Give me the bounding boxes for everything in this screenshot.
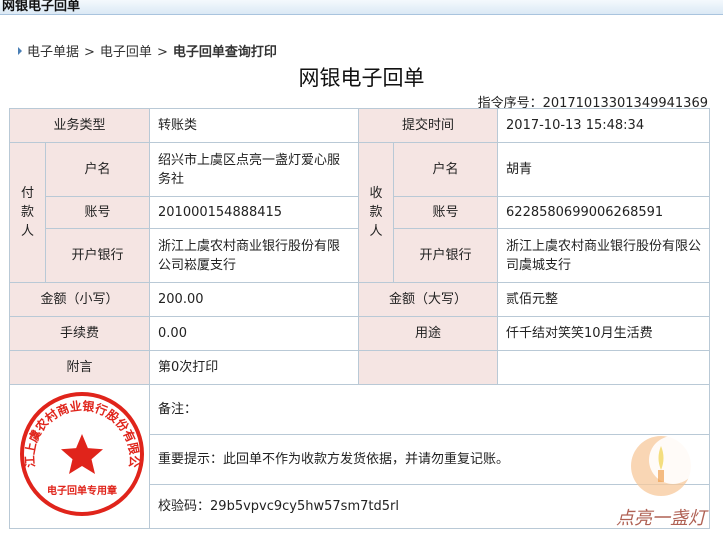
- purpose-value: 仟千结对笑笑10月生活费: [497, 316, 711, 351]
- breadcrumb-item-e-documents[interactable]: 电子单据: [27, 45, 79, 60]
- breadcrumb-separator: >: [156, 45, 168, 60]
- payee-account-label: 账号: [393, 196, 499, 229]
- payer-label: 付款人: [9, 142, 46, 283]
- payer-account: 201000154888415: [149, 196, 360, 229]
- purpose-label: 用途: [358, 316, 499, 351]
- table-row: 浙江上虞农村商业银行股份有限公司 电子回单专用章 备注：: [8, 378, 711, 529]
- payee-bank: 浙江上虞农村商业银行股份有限公司虞城支行: [497, 228, 711, 283]
- table-row: 业务类型 转账类 提交时间 2017-10-13 15:48:34: [8, 108, 711, 143]
- table-row: 附言 第0次打印: [8, 350, 711, 385]
- payee-label: 收款人: [358, 142, 395, 283]
- seal-star-icon: [61, 433, 103, 474]
- remark: 备注：: [149, 384, 711, 435]
- payer-account-label: 账号: [44, 196, 151, 229]
- amount-big-label: 金额（大写）: [358, 282, 499, 317]
- postscript-label: 附言: [8, 350, 151, 385]
- breadcrumb: 电子单据 > 电子回单 > 电子回单查询打印: [18, 41, 277, 60]
- seal-bottom-text: 电子回单专用章: [47, 484, 117, 497]
- table-row: 手续费 0.00 用途 仟千结对笑笑10月生活费: [8, 316, 711, 351]
- breadcrumb-arrow-icon: [18, 47, 22, 55]
- business-type-value: 转账类: [149, 108, 360, 143]
- table-row: 付款人 户名 绍兴市上虞区点亮一盏灯爱心服务社 收款人 户名 胡青: [9, 142, 711, 283]
- breadcrumb-current: 电子回单查询打印: [172, 45, 277, 60]
- payee-name-label: 户名: [393, 142, 499, 197]
- fee-value: 0.00: [149, 316, 360, 351]
- postscript-value: 第0次打印: [149, 350, 360, 385]
- fee-label: 手续费: [8, 316, 151, 351]
- watermark-text: 点亮一盏灯: [616, 508, 709, 529]
- verification-value: 29b5vpvc9cy5hw57sm7td5rl: [210, 499, 399, 514]
- watermark-logo: 点亮一盏灯: [616, 436, 709, 529]
- payer-name-label: 户名: [44, 142, 151, 197]
- payee-bank-label: 开户银行: [393, 228, 499, 283]
- window-title: 网银电子回单: [2, 0, 81, 14]
- document-title: 网银电子回单: [298, 66, 425, 90]
- amount-small-value: 200.00: [149, 282, 360, 317]
- amount-small-label: 金额（小写）: [8, 282, 151, 317]
- table-row: 金额（小写） 200.00 金额（大写） 贰佰元整: [8, 282, 711, 317]
- verification-label: 校验码：: [158, 499, 211, 514]
- bank-seal: 浙江上虞农村商业银行股份有限公司 电子回单专用章: [12, 378, 144, 516]
- submit-time-value: 2017-10-13 15:48:34: [497, 108, 711, 143]
- submit-time-label: 提交时间: [358, 108, 499, 143]
- seal-cell: 浙江上虞农村商业银行股份有限公司 电子回单专用章: [8, 378, 151, 529]
- payer-bank-label: 开户银行: [44, 228, 151, 283]
- payee-account: 6228580699006268591: [497, 196, 711, 229]
- breadcrumb-item-e-receipts[interactable]: 电子回单: [100, 45, 152, 60]
- empty-value-cell: [497, 350, 711, 385]
- breadcrumb-separator: >: [84, 45, 95, 60]
- window-titlebar: 网银电子回单: [0, 0, 723, 15]
- business-type-label: 业务类型: [8, 108, 151, 143]
- empty-label-cell: [358, 350, 499, 385]
- payer-name: 绍兴市上虞区点亮一盏灯爱心服务社: [149, 142, 360, 197]
- amount-big-value: 贰佰元整: [497, 282, 711, 317]
- payer-bank: 浙江上虞农村商业银行股份有限公司崧厦支行: [149, 228, 360, 283]
- receipt-table: 业务类型 转账类 提交时间 2017-10-13 15:48:34 付款人 户名…: [8, 108, 711, 529]
- payee-name: 胡青: [497, 142, 711, 197]
